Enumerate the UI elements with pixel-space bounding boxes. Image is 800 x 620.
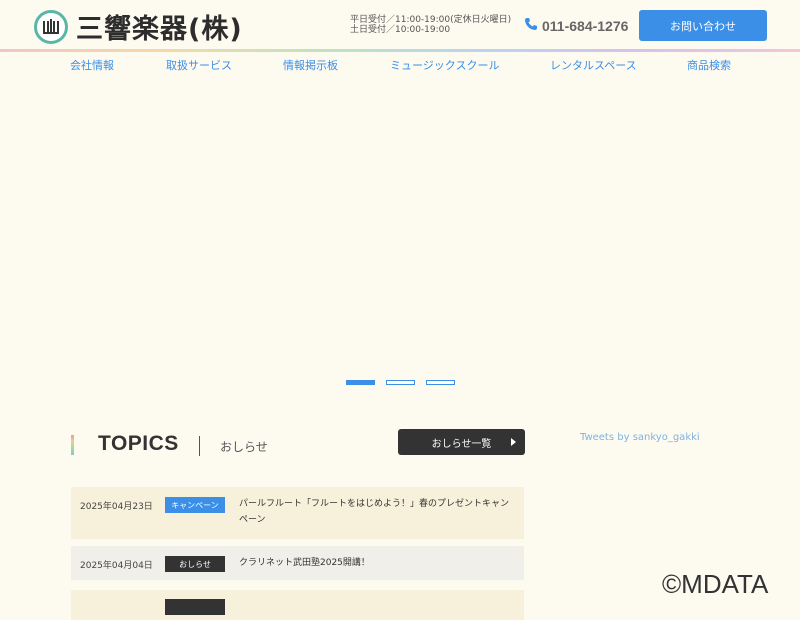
slider-dot-3[interactable]: [426, 380, 455, 385]
business-hours: 平日受付／11:00-19:00(定休日火曜日) 土日受付／10:00-19:0…: [350, 15, 511, 35]
news-item[interactable]: [71, 590, 524, 620]
news-title[interactable]: クラリネット武田塾2025開講！: [239, 555, 514, 571]
nav-item-company[interactable]: 会社情報: [70, 57, 114, 73]
watermark: ©MDATA: [662, 569, 769, 599]
hero-slider: [0, 80, 800, 380]
slider-pagination: [346, 380, 455, 385]
arrow-right-icon: [511, 438, 516, 446]
news-title[interactable]: パールフルート「フルートをはじめよう！」春のプレゼントキャンペーン: [239, 496, 514, 528]
topics-accent-bar: [71, 435, 74, 455]
news-item[interactable]: 2025年04月04日 おしらせ クラリネット武田塾2025開講！: [71, 546, 524, 580]
topics-subtitle: おしらせ: [220, 440, 268, 454]
news-date: 2025年04月04日: [80, 561, 153, 571]
nav-item-board[interactable]: 情報掲示板: [283, 57, 338, 73]
hours-weekday: 平日受付／11:00-19:00(定休日火曜日): [350, 15, 512, 25]
slider-dot-1[interactable]: [346, 380, 375, 385]
contact-button[interactable]: お問い合わせ: [639, 10, 767, 41]
news-category-badge: おしらせ: [165, 556, 225, 572]
news-list-button-label: おしらせ一覧: [431, 438, 492, 450]
hours-weekend: 土日受付／10:00-19:00: [350, 25, 451, 35]
main-nav: 会社情報 取扱サービス 情報掲示板 ミュージックスクール レンタルスペース 商品…: [0, 57, 800, 75]
news-list-button[interactable]: おしらせ一覧: [398, 429, 525, 455]
news-category-badge: [165, 599, 225, 615]
phone-contact[interactable]: 011-684-1276: [524, 16, 628, 35]
site-header: 三響楽器(株) 平日受付／11:00-19:00(定休日火曜日) 土日受付／10…: [0, 0, 800, 50]
nav-item-product-search[interactable]: 商品検索: [687, 57, 731, 73]
nav-item-music-school[interactable]: ミュージックスクール: [390, 57, 499, 73]
topics-divider: [199, 436, 200, 456]
news-date: 2025年04月23日: [80, 502, 153, 512]
news-category-badge: キャンペーン: [165, 497, 225, 513]
nav-item-services[interactable]: 取扱サービス: [166, 57, 232, 73]
logo-text: 三響楽器(株): [76, 14, 243, 45]
nav-item-rental-space[interactable]: レンタルスペース: [550, 57, 637, 73]
news-item[interactable]: 2025年04月23日 キャンペーン パールフルート「フルートをはじめよう！」春…: [71, 487, 524, 539]
slider-dot-2[interactable]: [386, 380, 415, 385]
phone-number: 011-684-1276: [542, 17, 629, 34]
rainbow-divider: [0, 49, 800, 52]
topics-header: TOPICS おしらせ おしらせ一覧: [71, 429, 526, 460]
topics-title: TOPICS: [98, 432, 179, 455]
site-logo[interactable]: 三響楽器(株): [34, 7, 243, 46]
twitter-timeline-link[interactable]: Tweets by sankyo_gakki: [580, 432, 700, 443]
phone-icon: [524, 16, 538, 35]
logo-emblem-icon: [34, 9, 68, 44]
